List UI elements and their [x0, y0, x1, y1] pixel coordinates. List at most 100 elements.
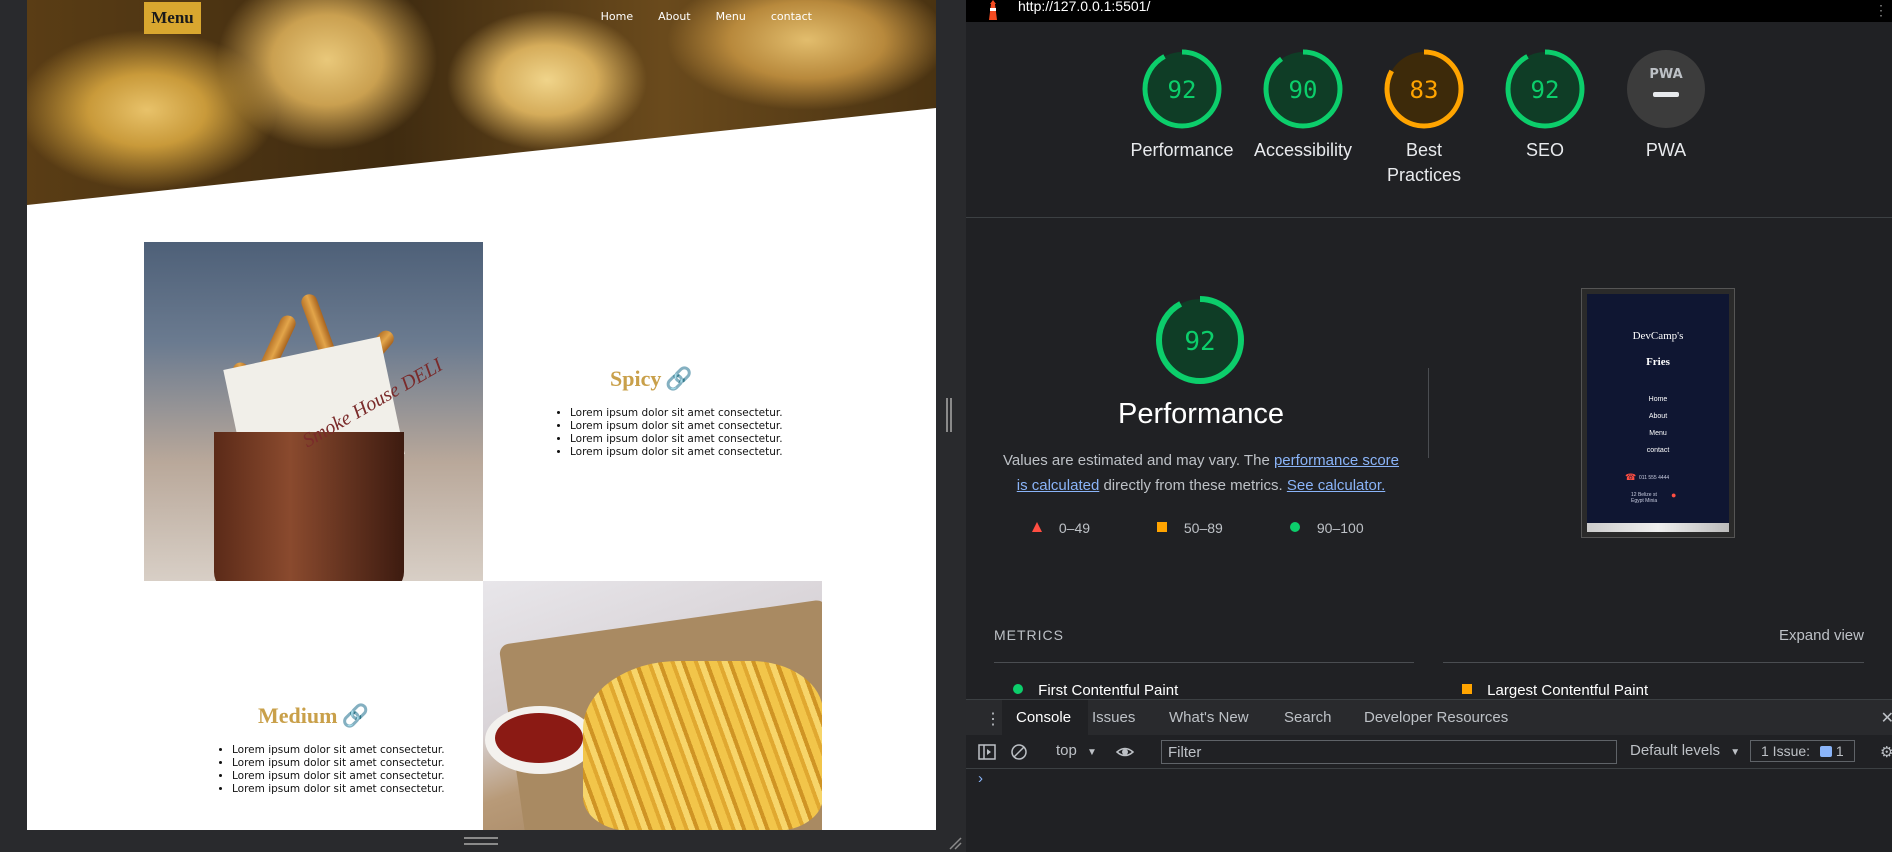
gauge-pwa[interactable]: PWA PWA [1611, 48, 1721, 163]
svg-text:92: 92 [1531, 76, 1560, 104]
metrics-rule [1443, 662, 1864, 663]
issues-count: 1 [1835, 743, 1844, 759]
more-vert-icon[interactable]: ⋮ [1874, 2, 1888, 19]
svg-text:PWA: PWA [1649, 67, 1682, 82]
devtools-splitter[interactable] [936, 0, 966, 830]
close-icon[interactable]: ✕ [1881, 708, 1892, 728]
gauge-label: Best Practices [1386, 140, 1462, 185]
lighthouse-logo-icon [989, 0, 997, 20]
list-item: Lorem ipsum dolor sit amet consectetur. [570, 433, 783, 446]
more-vert-icon[interactable]: ⋮ [985, 709, 1001, 729]
spicy-fries-photo: Smoke House DELI [144, 242, 483, 581]
resize-handle-horizontal[interactable] [464, 837, 498, 845]
gauge-ring: 92 [1505, 49, 1585, 129]
resize-handle-vertical[interactable] [946, 398, 952, 432]
legend-label: 50–89 [1183, 520, 1223, 536]
drawer-tab-bar: ⋮ Console Issues What's New Search Devel… [966, 699, 1892, 735]
gauge-label: SEO [1525, 140, 1564, 160]
screenshot-image: DevCamp's Fries Home About Menu contact … [1587, 294, 1729, 532]
legend-pass: 90–100 [1289, 520, 1364, 536]
tab-issues[interactable]: Issues [1092, 709, 1135, 726]
list-item: Lorem ipsum dolor sit amet consectetur. [570, 446, 783, 459]
nav-home-link[interactable]: Home [601, 10, 633, 23]
issues-button[interactable]: 1 Issue: 1 [1750, 740, 1855, 762]
gauge-seo[interactable]: 92 SEO [1490, 48, 1600, 163]
sidebar-toggle-icon[interactable] [977, 742, 997, 762]
metrics-heading: METRICS [994, 627, 1064, 643]
final-screenshot-thumbnail[interactable]: DevCamp's Fries Home About Menu contact … [1581, 288, 1735, 538]
gauge-label: PWA [1645, 140, 1687, 160]
section-title-spicy: Spicy 🔗 [610, 366, 693, 392]
expand-view-toggle[interactable]: Expand view [1779, 627, 1864, 644]
tab-developer-resources[interactable]: Developer Resources [1364, 709, 1508, 726]
score-legend: 0–49 50–89 90–100 [1031, 520, 1391, 540]
lighthouse-url-bar: http://127.0.0.1:5501/ ⋮ [966, 0, 1892, 22]
console-toolbar: top ▼ Default levels ▼ 1 Issue: 1 ⚙ [966, 735, 1892, 769]
performance-big-gauge: 92 [1156, 296, 1244, 384]
performance-description: Values are estimated and may vary. The p… [996, 448, 1406, 498]
section-title-medium-text: Medium [258, 703, 338, 728]
square-icon [1462, 684, 1472, 694]
svg-text:90: 90 [1289, 76, 1318, 104]
gauge-label: Performance [1130, 140, 1234, 160]
context-select[interactable]: top ▼ [1056, 742, 1097, 759]
resize-corner-icon[interactable] [948, 836, 962, 850]
console-prompt[interactable]: › [978, 770, 983, 787]
gauge-performance[interactable]: 92 Performance [1127, 48, 1237, 163]
tab-console[interactable]: Console [1016, 709, 1071, 726]
audited-url[interactable]: http://127.0.0.1:5501/ [1018, 0, 1150, 14]
browser-left-gutter [0, 0, 27, 852]
copper-cup [214, 432, 404, 581]
svg-text:92: 92 [1184, 327, 1215, 357]
site-brand[interactable]: Menu [144, 2, 201, 34]
tab-whats-new[interactable]: What's New [1169, 709, 1249, 726]
log-levels-select[interactable]: Default levels ▼ [1630, 742, 1740, 759]
nav-about-link[interactable]: About [658, 10, 691, 23]
see-calculator-link[interactable]: See calculator. [1287, 477, 1385, 494]
clear-console-icon[interactable] [1009, 742, 1029, 762]
eye-icon[interactable] [1115, 742, 1135, 762]
tab-search[interactable]: Search [1284, 709, 1332, 726]
list-item: Lorem ipsum dolor sit amet consectetur. [232, 744, 445, 757]
gauge-best-practices[interactable]: 83 Best Practices [1369, 48, 1479, 188]
list-item: Lorem ipsum dolor sit amet consectetur. [232, 757, 445, 770]
nav-menu-link[interactable]: Menu [716, 10, 746, 23]
location-pin-icon: ● [1671, 490, 1677, 500]
devtools-panel: http://127.0.0.1:5501/ ⋮ 92 Performance … [966, 0, 1892, 852]
list-item: Lorem ipsum dolor sit amet consectetur. [232, 770, 445, 783]
gauge-label: Accessibility [1253, 140, 1353, 160]
thumb-nav-item: About [1648, 413, 1668, 420]
link-icon[interactable]: 🔗 [665, 366, 692, 391]
gauge-ring: 92 [1142, 49, 1222, 129]
page-viewport: Menu Home About Menu contact Smoke House… [27, 0, 936, 830]
medium-fries-photo [483, 581, 822, 830]
square-icon [1157, 522, 1167, 532]
link-icon[interactable]: 🔗 [341, 703, 368, 728]
gauge-accessibility[interactable]: 90 Accessibility [1248, 48, 1358, 163]
spicy-bullet-list: Lorem ipsum dolor sit amet consectetur. … [554, 407, 783, 459]
legend-fail: 0–49 [1031, 520, 1090, 536]
thumb-nav-item: Home [1648, 396, 1668, 403]
thumb-phone: 011 555 4444 [1639, 475, 1670, 481]
pwa-badge-icon: PWA [1627, 50, 1705, 128]
section-title-medium: Medium 🔗 [258, 703, 369, 729]
svg-text:83: 83 [1410, 76, 1439, 104]
issues-label: 1 Issue: [1761, 743, 1811, 759]
gear-icon[interactable]: ⚙ [1880, 743, 1892, 761]
metric-label: Largest Contentful Paint [1487, 682, 1649, 699]
nav-contact-link[interactable]: contact [771, 10, 812, 23]
vertical-divider [1428, 368, 1429, 458]
log-levels-value: Default levels [1630, 742, 1721, 759]
metrics-rule [994, 662, 1414, 663]
circle-icon [1290, 522, 1300, 532]
thumb-title: Fries [1646, 356, 1670, 368]
svg-text:92: 92 [1168, 76, 1197, 104]
thumb-nav-item: contact [1646, 447, 1670, 454]
metric-fcp: First Contentful Paint [1012, 682, 1178, 699]
metric-label: First Contentful Paint [1038, 682, 1179, 699]
desc-text: directly from these metrics. [1099, 477, 1287, 494]
circle-icon [1013, 684, 1023, 694]
console-filter-input[interactable] [1161, 740, 1617, 764]
caret-down-icon: ▼ [1087, 747, 1097, 758]
thumb-nav-item: Menu [1649, 430, 1667, 437]
